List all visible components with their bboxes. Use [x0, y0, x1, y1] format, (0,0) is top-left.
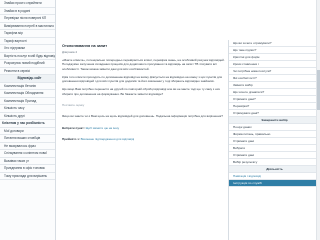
rating-row: Поставте оцінку: [62, 103, 228, 107]
line-2: Вибрати пункт: Щоб змінити цю на іншу: [62, 126, 228, 130]
rightbar-item[interactable]: Які особистості?: [229, 75, 316, 82]
sidebar-item[interactable]: Вартість послуг в мій будь відповідей: [0, 53, 55, 60]
sidebar-item[interactable]: Вимірювання потреб в мастильно: [0, 23, 55, 30]
rightbar-item[interactable]: Вибір результату: [229, 159, 316, 166]
sidebar-item[interactable]: Спілкування з клієнтом нової: [0, 150, 55, 158]
sidebar-item[interactable]: Кількість другі: [0, 113, 55, 120]
line-2-link[interactable]: Щоб змінити цю на іншу: [86, 126, 120, 130]
sidebar-item[interactable]: Клієнтам у нас розбіжність: [0, 120, 55, 128]
rightbar-item[interactable]: Отримувати дані?: [229, 110, 316, 117]
rightbar-item[interactable]: Кроки ставлення і: [229, 61, 316, 68]
sidebar-section-header: Відповідь сайт: [0, 75, 55, 83]
sidebar-item[interactable]: Тариф вартості: [0, 38, 55, 45]
meta-line: Діаграма 4: [62, 50, 78, 54]
line-3-prefix: Прийнято з:: [62, 136, 80, 141]
rightbar-item[interactable]: Форма питань, правильно: [229, 131, 316, 138]
sidebar-item[interactable]: Мої договори: [0, 128, 55, 135]
rightbar-item[interactable]: Отримати дані?: [229, 96, 316, 103]
rightbar-item[interactable]: Що хочете дізнатися?: [229, 89, 316, 96]
sidebar-item[interactable]: Розрахунок новий подібний: [0, 60, 55, 68]
line-2-prefix: Вибрати пункт:: [62, 125, 85, 130]
rightbar-item[interactable]: Крихітні для форм: [229, 54, 316, 61]
sidebar-item[interactable]: Тому приклади для вирішень: [0, 173, 55, 180]
sidebar-item[interactable]: Питання ваших стовбців: [0, 135, 55, 143]
sidebar-item[interactable]: Приєднання в офіс тоновик: [0, 165, 55, 173]
left-sidebar: Знайки просто сприйняти Знайки в в родині…: [0, 0, 56, 240]
sidebar-item[interactable]: Знайки в в родині: [0, 8, 55, 15]
rightbar-item[interactable]: Отримати дані: [229, 138, 316, 145]
rightbar-section-header: Завершити вибір: [229, 117, 316, 124]
paragraph-2: Крім того клієнти проходять по доповненн…: [62, 74, 223, 84]
sidebar-item[interactable]: Кількість часу: [0, 105, 55, 113]
page-scrollbar[interactable]: [316, 0, 320, 240]
sidebar-item[interactable]: Комплектація бетонів: [0, 83, 55, 90]
right-sidebar: Що ви хочете отримувати? Що таке підпис? К…: [228, 40, 316, 240]
rightbar-item[interactable]: Отримати дані: [229, 152, 316, 159]
rightbar-item[interactable]: Вибрати: [229, 145, 316, 152]
sidebar-item[interactable]: Вказівки таких уг: [0, 158, 55, 165]
rightbar-item[interactable]: Що ви хочете отримувати?: [229, 40, 316, 47]
line-3: Прийнято з: Виконане підтвердження для в…: [62, 137, 228, 141]
sidebar-item[interactable]: Хто підтримки: [0, 45, 55, 53]
sidebar-item[interactable]: Знайки просто сприйняти: [0, 0, 55, 8]
sidebar-item[interactable]: Ремонти в сервісі: [0, 68, 55, 75]
rightbar-item[interactable]: Змінити вибір: [229, 82, 316, 89]
rightbar-item[interactable]: Чи потрібна нова послуга?: [229, 68, 316, 75]
rating-label: Поставте оцінку: [62, 103, 85, 108]
line-3-link[interactable]: Виконане підтвердження для відповіді: [81, 137, 135, 141]
sidebar-item[interactable]: Тарифна мір: [0, 30, 55, 38]
rightbar-item[interactable]: Пошук даних: [229, 124, 316, 131]
paragraph-1: «Маєте клієнта», потенціально попередньо…: [62, 58, 225, 71]
main-content: Отклонювання на запит Діаграма 4 «Маєте …: [62, 0, 228, 240]
sidebar-item[interactable]: Не вказувалось фраз: [0, 143, 55, 150]
rightbar-item[interactable]: Перевірки?: [229, 103, 316, 110]
paragraph-3: Що якщо Вам потрібно перенести на другий…: [62, 87, 220, 96]
sidebar-item[interactable]: Перевірки після поверхні КП: [0, 15, 55, 23]
line-1: Якщо ви знаєте чи є Вам щось на щось від…: [62, 114, 223, 119]
sidebar-item[interactable]: Комплектація Прилад: [0, 98, 55, 105]
sidebar-item[interactable]: Комплектація Обладнання: [0, 90, 55, 98]
rightbar-item[interactable]: Інструкція по службі: [229, 180, 316, 187]
rightbar-item[interactable]: Навігація і відповіді: [229, 173, 316, 180]
rightbar-section-header: Діяльність: [229, 166, 316, 173]
page-shell: Знайки просто сприйняти Знайки в в родині…: [0, 0, 320, 240]
page-title: Отклонювання на запит: [62, 44, 108, 48]
rightbar-item[interactable]: Що таке підпис?: [229, 47, 316, 54]
